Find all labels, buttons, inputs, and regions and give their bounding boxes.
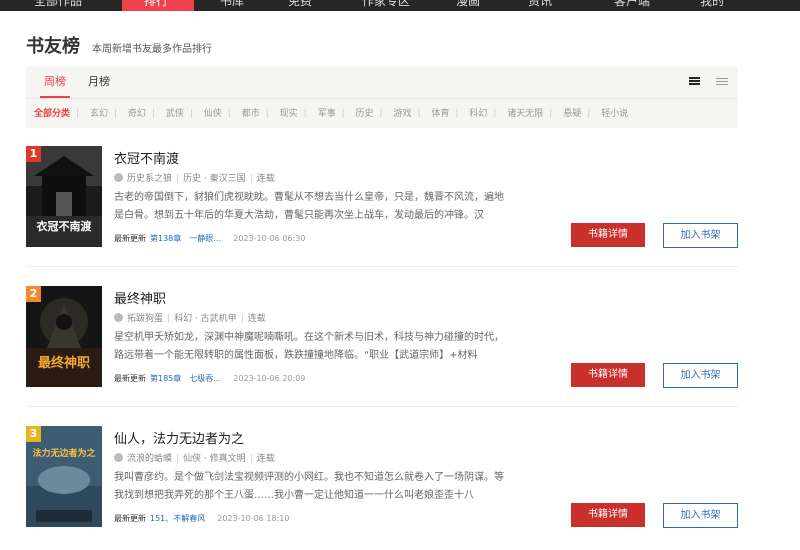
nav-item-active[interactable]: 排行: [122, 0, 194, 11]
category-item[interactable]: 诸天无限: [507, 106, 543, 119]
book-item: 衣冠不南渡 1 衣冠不南渡 历史系之狼 | 历史 · 秦汉三国 | 连载 古老的帝国倒下…: [26, 146, 738, 266]
nav-item-rank[interactable]: 排行: [144, 0, 168, 11]
rank-badge: 1: [26, 146, 41, 162]
rank-badge: 2: [26, 286, 41, 302]
latest-time: 2023-10-06 06:30: [233, 234, 306, 243]
category-item[interactable]: 历史: [356, 106, 374, 119]
category-item[interactable]: 体育: [431, 106, 449, 119]
author-avatar-icon: [114, 313, 123, 322]
category-item[interactable]: 奇幻: [128, 106, 146, 119]
nav-item-news[interactable]: 资讯: [528, 0, 552, 11]
latest-update: 最新更新 151、不解春风 2023-10-06 18:10: [114, 513, 289, 524]
book-description: 星空机甲夭矫如龙，深渊中神魔呢喃嘶吼。在这个新术与旧术，科技与神力碰撞的时代，路…: [114, 332, 504, 361]
category-all[interactable]: 全部分类: [34, 106, 70, 119]
category-item[interactable]: 游戏: [393, 106, 411, 119]
book-genre[interactable]: 历史: [183, 174, 201, 184]
book-detail-button[interactable]: 书籍详情: [571, 503, 645, 527]
book-author[interactable]: 拓跋狗蛋: [127, 314, 163, 324]
latest-chapter-link[interactable]: 第185章 七级吞…: [150, 374, 221, 383]
latest-chapter-link[interactable]: 151、不解春风: [150, 514, 205, 523]
filter-panel: 周榜 月榜 全部分类 | 玄幻 | 奇幻 | 武侠 | 仙侠 | 都市 | 现实 | 军事 | …: [26, 66, 738, 128]
nav-item-free[interactable]: 免费: [288, 0, 312, 11]
book-cover[interactable]: 法力无边者为之 3: [26, 426, 102, 527]
category-item[interactable]: 悬疑: [563, 106, 581, 119]
page-subtitle: 本周新增书友最多作品排行: [92, 44, 212, 55]
cover-title: 最终神职: [37, 356, 90, 371]
row-divider: [26, 406, 738, 407]
nav-item-comic[interactable]: 漫画: [456, 0, 480, 11]
latest-time: 2023-10-06 18:10: [217, 514, 290, 523]
book-description: 古老的帝国倒下，豺狼们虎视眈眈。曹髦从不想去当什么皇帝，只是，魏晋不风流，遍地是…: [114, 192, 504, 221]
book-title[interactable]: 最终神职: [114, 288, 166, 307]
book-meta: 流浪的蛤蟆 | 仙侠 · 修真文明 | 连载: [114, 451, 275, 464]
latest-chapter-link[interactable]: 第138章 一静眼…: [150, 234, 221, 243]
latest-label: 最新更新: [114, 374, 146, 383]
filter-divider: [26, 98, 738, 99]
row-divider: [26, 266, 738, 267]
tab-weekly[interactable]: 周榜: [40, 74, 70, 98]
book-status: 连载: [247, 314, 266, 324]
category-item[interactable]: 玄幻: [90, 106, 108, 119]
book-cover[interactable]: 最终神职 2: [26, 286, 102, 387]
book-cover[interactable]: 衣冠不南渡 1: [26, 146, 102, 247]
page-title: 书友榜: [26, 36, 80, 57]
latest-update: 最新更新 第185章 七级吞… 2023-10-06 20:09: [114, 373, 305, 384]
category-item[interactable]: 都市: [242, 106, 260, 119]
book-detail-button[interactable]: 书籍详情: [571, 223, 645, 247]
book-title[interactable]: 衣冠不南渡: [114, 148, 179, 167]
category-item[interactable]: 科幻: [469, 106, 487, 119]
author-avatar-icon: [114, 173, 123, 182]
nav-item-author[interactable]: 作家专区: [362, 0, 410, 11]
cover-title: 衣冠不南渡: [36, 220, 92, 233]
rank-badge: 3: [26, 426, 41, 442]
nav-item-client[interactable]: 客户端: [614, 0, 650, 11]
book-subgenre[interactable]: 秦汉三国: [210, 174, 246, 184]
latest-label: 最新更新: [114, 514, 146, 523]
nav-item-all[interactable]: 全部作品: [34, 0, 82, 11]
book-subgenre[interactable]: 修真文明: [210, 454, 246, 464]
nav-item-mine[interactable]: 我的: [700, 0, 724, 11]
category-list: 全部分类 | 玄幻 | 奇幻 | 武侠 | 仙侠 | 都市 | 现实 | 军事 | 历史 | 游戏…: [34, 106, 634, 119]
tab-monthly[interactable]: 月榜: [88, 74, 110, 96]
compact-view-icon[interactable]: [716, 77, 728, 86]
add-to-shelf-button[interactable]: 加入书架: [663, 223, 738, 248]
book-item: 最终神职 2 最终神职 拓跋狗蛋 | 科幻 · 古武机甲 | 连载 星空机甲夭矫如龙，深…: [26, 286, 738, 406]
book-genre[interactable]: 仙侠: [183, 454, 201, 464]
book-meta: 历史系之狼 | 历史 · 秦汉三国 | 连载: [114, 171, 275, 184]
book-status: 连载: [256, 454, 275, 464]
book-meta: 拓跋狗蛋 | 科幻 · 古武机甲 | 连载: [114, 311, 266, 324]
category-item[interactable]: 现实: [280, 106, 298, 119]
latest-update: 最新更新 第138章 一静眼… 2023-10-06 06:30: [114, 233, 305, 244]
book-subgenre[interactable]: 古武机甲: [201, 314, 237, 324]
book-status: 连载: [256, 174, 275, 184]
nav-item-library[interactable]: 书库: [220, 0, 244, 11]
book-item: 法力无边者为之 3 仙人，法力无边者为之 流浪的蛤蟆 | 仙侠 · 修真文明 | 连载 …: [26, 426, 738, 546]
latest-time: 2023-10-06 20:09: [233, 374, 306, 383]
book-detail-button[interactable]: 书籍详情: [571, 363, 645, 387]
list-view-icon[interactable]: [689, 77, 700, 86]
add-to-shelf-button[interactable]: 加入书架: [663, 503, 738, 528]
category-item[interactable]: 军事: [318, 106, 336, 119]
book-title[interactable]: 仙人，法力无边者为之: [114, 428, 244, 447]
book-author[interactable]: 历史系之狼: [127, 174, 172, 184]
top-nav-bar: 全部作品 排行 书库 免费 作家专区 漫画 资讯 客户端 我的: [0, 0, 800, 11]
add-to-shelf-button[interactable]: 加入书架: [663, 363, 738, 388]
cover-title: 法力无边者为之: [32, 449, 96, 459]
author-avatar-icon: [114, 453, 123, 462]
category-item[interactable]: 仙侠: [204, 106, 222, 119]
category-item[interactable]: 轻小说: [601, 106, 628, 119]
book-genre[interactable]: 科幻: [174, 314, 192, 324]
book-description: 我叫曹彦约。是个做飞剑法宝视频评测的小网红。我也不知道怎么就卷入了一场阴谋。等我…: [114, 472, 504, 501]
category-item[interactable]: 武侠: [166, 106, 184, 119]
book-author[interactable]: 流浪的蛤蟆: [127, 454, 172, 464]
latest-label: 最新更新: [114, 234, 146, 243]
